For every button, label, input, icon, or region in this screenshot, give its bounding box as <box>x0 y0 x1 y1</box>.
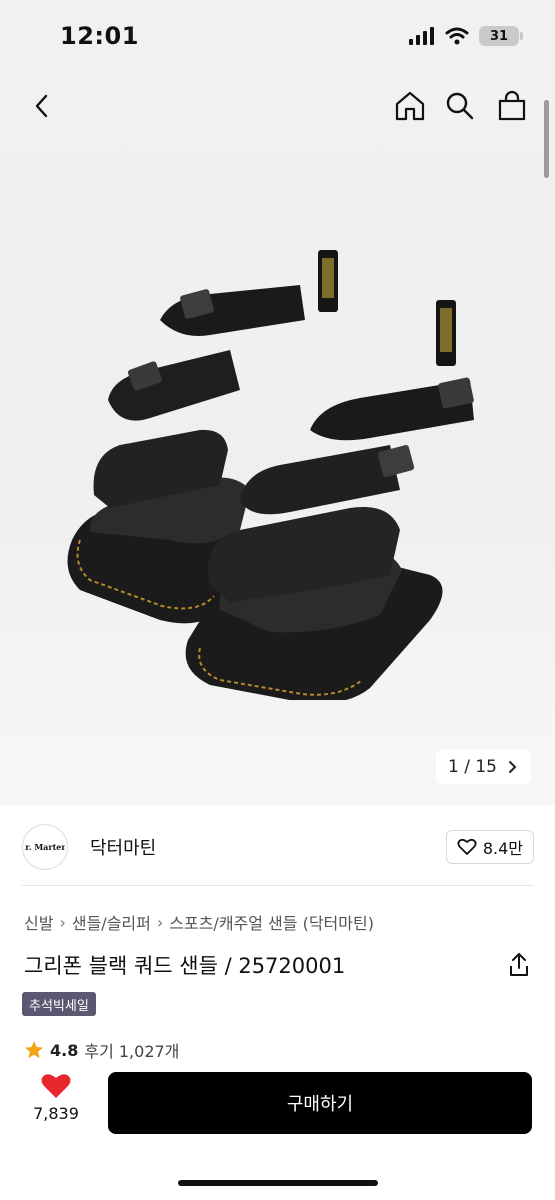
star-icon <box>25 1041 43 1059</box>
brand-name[interactable]: 닥터마틴 <box>90 834 156 860</box>
share-icon <box>510 953 528 976</box>
breadcrumb: 신발 › 샌들/슬리퍼 › 스포츠/캐주얼 샌들 (닥터마틴) <box>24 910 374 934</box>
status-time: 12:01 <box>60 22 139 50</box>
chevron-right-icon: › <box>156 912 164 932</box>
breadcrumb-item[interactable]: 스포츠/캐주얼 샌들 (닥터마틴) <box>169 910 374 934</box>
home-button[interactable] <box>392 86 428 126</box>
brand-row[interactable]: Dr. Martens 닥터마틴 8.4만 <box>22 822 534 872</box>
review-count[interactable]: 후기 1,027개 <box>84 1038 179 1062</box>
promo-badge: 추석빅세일 <box>22 992 96 1016</box>
svg-text:Dr. Martens: Dr. Martens <box>25 842 65 852</box>
share-button[interactable] <box>504 950 534 980</box>
battery-level: 31 <box>489 28 509 44</box>
search-icon <box>446 92 474 120</box>
brand-logo-image: Dr. Martens <box>25 842 65 852</box>
image-counter-text: 1 / 15 <box>448 757 497 777</box>
back-button[interactable] <box>22 86 62 126</box>
battery-icon: 31 <box>479 26 523 46</box>
breadcrumb-item[interactable]: 신발 <box>24 910 53 934</box>
chevron-right-icon <box>509 761 517 773</box>
scroll-indicator[interactable] <box>544 100 549 178</box>
divider <box>22 885 534 886</box>
rating-score: 4.8 <box>50 1040 79 1060</box>
breadcrumb-item[interactable]: 샌들/슬리퍼 <box>72 910 151 934</box>
signal-icon <box>409 27 434 45</box>
wifi-icon <box>445 27 469 45</box>
wishlist-button[interactable]: 7,839 <box>26 1072 86 1123</box>
brand-like-button[interactable]: 8.4만 <box>445 830 534 864</box>
product-gallery[interactable]: 1 / 15 <box>0 80 555 805</box>
wishlist-count: 7,839 <box>33 1104 79 1123</box>
search-button[interactable] <box>442 86 478 126</box>
product-title: 그리폰 블랙 쿼드 샌들 / 25720001 <box>24 954 346 978</box>
home-icon <box>395 91 425 121</box>
cart-button[interactable] <box>494 86 530 126</box>
bottom-action-bar: 7,839 구매하기 <box>0 1062 555 1200</box>
title-row: 그리폰 블랙 쿼드 샌들 / 25720001 <box>24 948 534 982</box>
heart-icon <box>41 1074 71 1098</box>
product-image[interactable] <box>50 240 490 700</box>
chevron-right-icon: › <box>59 912 66 932</box>
shopping-bag-icon <box>498 90 526 121</box>
home-indicator[interactable] <box>178 1180 378 1186</box>
chevron-left-icon <box>35 94 48 118</box>
status-bar: 12:01 31 <box>0 0 555 80</box>
status-icons: 31 <box>409 26 523 46</box>
heart-outline-icon <box>457 838 477 855</box>
brand-like-count: 8.4만 <box>482 839 523 858</box>
brand-logo[interactable]: Dr. Martens <box>22 824 68 870</box>
image-counter[interactable]: 1 / 15 <box>436 750 531 784</box>
rating-row[interactable]: 4.8 후기 1,027개 <box>24 1038 179 1062</box>
buy-button[interactable]: 구매하기 <box>108 1072 532 1134</box>
